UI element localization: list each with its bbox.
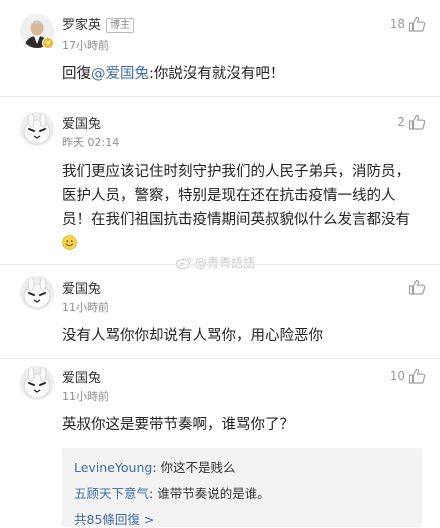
thumbs-up-icon[interactable] [408, 16, 426, 32]
reply-text: : 你这不是贱么 [152, 460, 236, 475]
like-count: 18 [389, 17, 405, 31]
comment-text: 回復@爱国兔:你説沒有就沒有吧！ [62, 62, 424, 86]
comment-body: 没有人骂你你却说有人骂你，用心险恶你 [62, 328, 323, 344]
thumbs-up-icon[interactable] [408, 368, 426, 384]
avatar[interactable] [20, 112, 54, 146]
reply-item[interactable]: LevineYoung: 你这不是贱么 [74, 457, 236, 476]
comment-text: 没有人骂你你却说有人骂你，用心险恶你 [62, 324, 424, 348]
divider [0, 96, 440, 97]
comment-body: 英叔你这是要带节奏啊，谁骂你了？ [62, 417, 294, 433]
rabbit-avatar-icon [20, 276, 54, 310]
comment-time: 昨天 02:14 [62, 136, 120, 149]
reply-username[interactable]: LevineYoung [74, 460, 152, 475]
rabbit-avatar-icon [20, 366, 54, 400]
avatar[interactable] [20, 366, 54, 400]
like-button[interactable] [405, 278, 426, 296]
comment-time: 11小時前 [62, 301, 109, 314]
watermark: @青青語語 [176, 254, 255, 271]
comment-body: 我们更应该记住时刻守护我们的人民子弟兵，消防员，医护人员，警察，特别是现在还在抗… [62, 164, 410, 228]
rabbit-avatar-icon [20, 112, 54, 146]
comment-text: 我们更应该记住时刻守护我们的人民子弟兵，消防员，医护人员，警察，特别是现在还在抗… [62, 160, 424, 256]
reply-username[interactable]: 五顾天下意气 [74, 486, 149, 501]
thumbs-up-icon[interactable] [408, 279, 426, 295]
watermark-text: @青青語語 [195, 256, 256, 270]
mention-link[interactable]: @爱国兔 [91, 66, 149, 82]
weibo-logo-icon [176, 257, 192, 269]
divider [0, 264, 440, 265]
comment-username[interactable]: 罗家英 博主 [62, 14, 135, 33]
comment-username[interactable]: 爱国兔 [62, 113, 101, 132]
like-button[interactable]: 18 [390, 15, 426, 33]
like-count: 10 [389, 369, 405, 383]
comment-username[interactable]: 爱国兔 [62, 278, 101, 297]
replies-box[interactable]: LevineYoung: 你这不是贱么 五顾天下意气: 谁带节奏说的是谁。 共8… [62, 448, 422, 527]
comment-time: 11小時前 [62, 390, 109, 403]
comment-username[interactable]: 爱国兔 [62, 367, 101, 386]
reply-prefix: 回復 [62, 66, 91, 82]
thumbs-up-icon[interactable] [408, 114, 426, 130]
verified-icon: v [42, 37, 54, 49]
more-replies-link[interactable]: 共85條回復 > [74, 509, 154, 528]
comment-text: 英叔你这是要带节奏啊，谁骂你了？ [62, 413, 424, 437]
like-button[interactable]: 10 [390, 367, 426, 385]
reply-item[interactable]: 五顾天下意气: 谁带节奏说的是谁。 [74, 483, 270, 502]
username-text[interactable]: 罗家英 [62, 18, 101, 33]
like-button[interactable]: 2 [397, 113, 426, 131]
author-badge: 博主 [106, 18, 135, 33]
avatar[interactable] [20, 276, 54, 310]
like-count: 2 [397, 115, 405, 129]
comment-time: 17小時前 [62, 39, 109, 52]
comment-body: :你説沒有就沒有吧！ [149, 66, 285, 82]
divider [0, 358, 440, 359]
reply-text: : 谁带节奏说的是谁。 [149, 486, 270, 501]
smile-emoji-icon [62, 235, 77, 250]
